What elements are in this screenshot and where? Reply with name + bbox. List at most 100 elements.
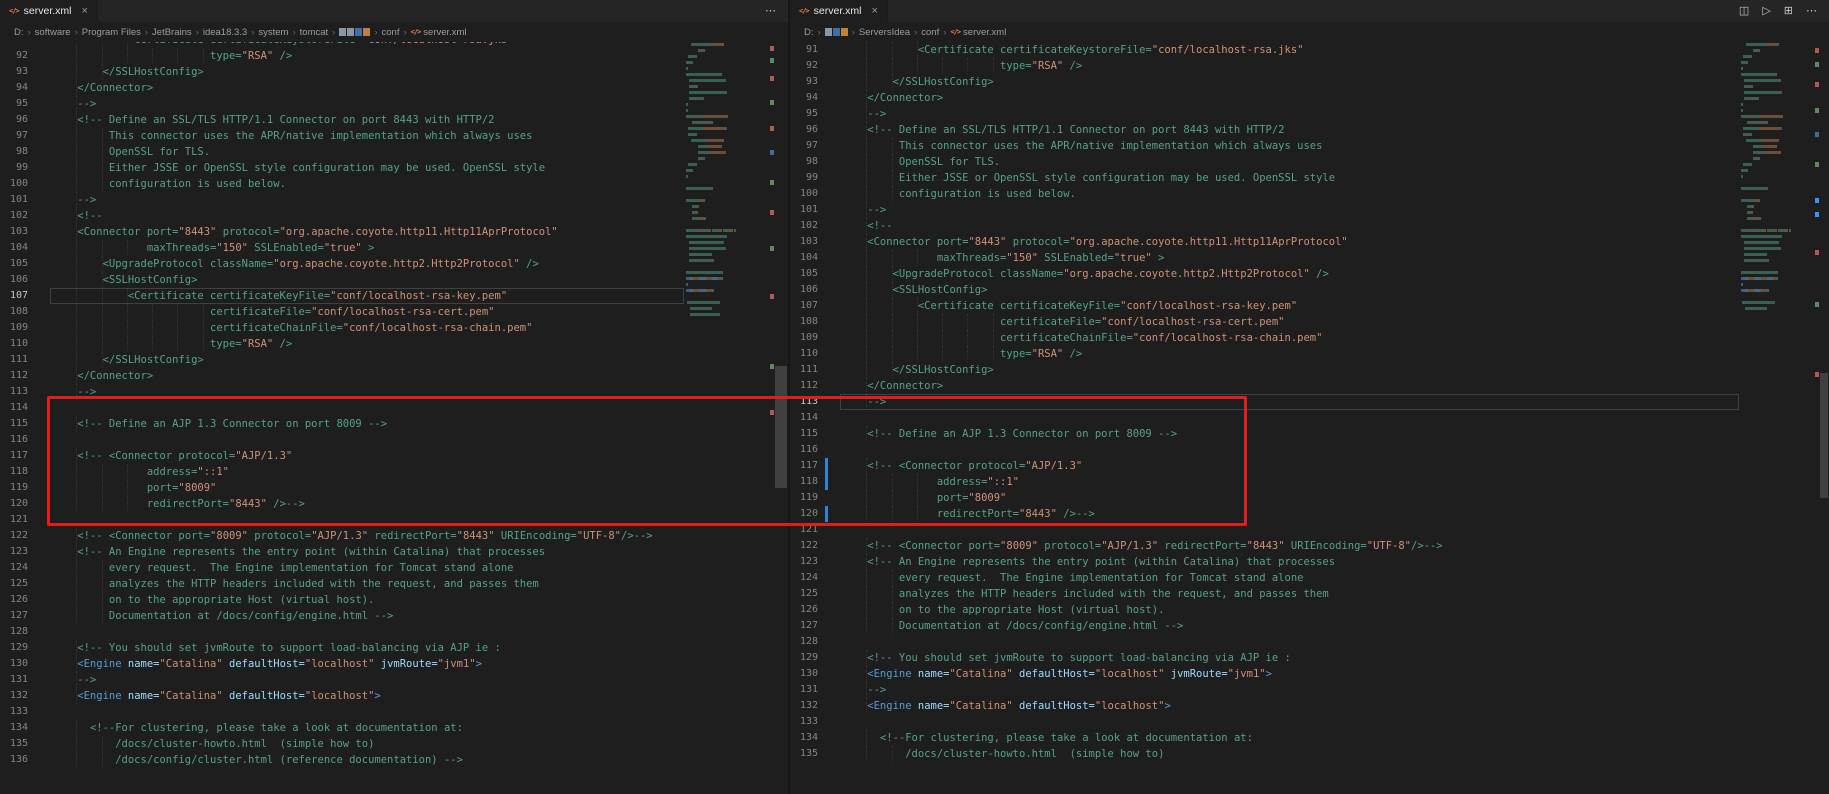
code-line[interactable]: 126 on to the appropriate Host (virtual … [790, 602, 1739, 618]
code-text[interactable]: <!-- You should set jvmRoute to support … [840, 650, 1739, 666]
code-text[interactable]: <!-- Define an AJP 1.3 Connector on port… [50, 416, 684, 432]
code-text[interactable]: <!-- Define an SSL/TLS HTTP/1.1 Connecto… [50, 112, 684, 128]
breadcrumb-item[interactable]: D: [14, 27, 24, 38]
code-text[interactable]: maxThreads="150" SSLEnabled="true" > [840, 250, 1739, 266]
tab-server-xml-left[interactable]: </> server.xml × [0, 0, 98, 22]
line-number[interactable]: 118 [790, 474, 818, 490]
code-text[interactable]: on to the appropriate Host (virtual host… [50, 592, 684, 608]
code-text[interactable]: configuration is used below. [50, 176, 684, 192]
line-number[interactable]: 103 [790, 234, 818, 250]
line-number[interactable]: 113 [790, 394, 818, 410]
code-line[interactable]: 108 certificateFile="conf/localhost-rsa-… [790, 314, 1739, 330]
line-number[interactable]: 126 [0, 592, 28, 608]
code-line[interactable]: 97 This connector uses the APR/native im… [0, 128, 684, 144]
line-number[interactable]: 110 [0, 336, 28, 352]
code-text[interactable]: </SSLHostConfig> [840, 74, 1739, 90]
code-line[interactable]: 109 certificateChainFile="conf/localhost… [0, 320, 684, 336]
line-number[interactable]: 104 [790, 250, 818, 266]
line-number[interactable]: 105 [790, 266, 818, 282]
code-text[interactable] [840, 634, 1739, 650]
line-number[interactable]: 97 [0, 128, 28, 144]
code-text[interactable]: /docs/cluster-howto.html (simple how to) [840, 746, 1739, 762]
code-line[interactable]: 128 [0, 624, 684, 640]
code-line[interactable]: 94</Connector> [0, 80, 684, 96]
line-number[interactable]: 112 [790, 378, 818, 394]
line-number[interactable]: 112 [0, 368, 28, 384]
code-line[interactable]: 115<!-- Define an AJP 1.3 Connector on p… [790, 426, 1739, 442]
line-number[interactable]: 96 [0, 112, 28, 128]
code-line[interactable]: 93</SSLHostConfig> [790, 74, 1739, 90]
code-line[interactable]: 116 [790, 442, 1739, 458]
code-text[interactable] [50, 432, 684, 448]
code-text[interactable]: <!-- An Engine represents the entry poin… [840, 554, 1739, 570]
code-line[interactable]: 125 analyzes the HTTP headers included w… [0, 576, 684, 592]
line-number[interactable]: 98 [0, 144, 28, 160]
line-number[interactable]: 125 [0, 576, 28, 592]
split-editor-icon[interactable]: ◫ [1739, 6, 1749, 17]
code-line[interactable]: 134 <!--For clustering, please take a lo… [0, 720, 684, 736]
code-line[interactable]: 99 Either JSSE or OpenSSL style configur… [790, 170, 1739, 186]
code-line[interactable]: 122<!-- <Connector port="8009" protocol=… [0, 528, 684, 544]
code-line[interactable]: 93</SSLHostConfig> [0, 64, 684, 80]
code-text[interactable]: port="8009" [50, 480, 684, 496]
code-line[interactable]: 101--> [0, 192, 684, 208]
code-line[interactable]: 114 [0, 400, 684, 416]
line-number[interactable]: 111 [790, 362, 818, 378]
code-text[interactable]: on to the appropriate Host (virtual host… [840, 602, 1739, 618]
code-text[interactable]: certificateChainFile="conf/localhost-rsa… [840, 330, 1739, 346]
line-number[interactable]: 110 [790, 346, 818, 362]
line-number[interactable]: 94 [0, 80, 28, 96]
line-number[interactable]: 129 [0, 640, 28, 656]
line-number[interactable]: 120 [0, 496, 28, 512]
breadcrumb-item[interactable]: Program Files [82, 27, 141, 38]
line-number[interactable]: 108 [790, 314, 818, 330]
code-text[interactable] [50, 704, 684, 720]
line-number[interactable]: 121 [0, 512, 28, 528]
code-line[interactable]: 135 /docs/cluster-howto.html (simple how… [790, 746, 1739, 762]
code-text[interactable]: <UpgradeProtocol className="org.apache.c… [840, 266, 1739, 282]
line-number[interactable]: 123 [0, 544, 28, 560]
code-text[interactable]: </Connector> [50, 368, 684, 384]
code-line[interactable]: 92 type="RSA" /> [790, 58, 1739, 74]
line-number[interactable]: 114 [0, 400, 28, 416]
code-line[interactable]: 102<!-- [790, 218, 1739, 234]
line-number[interactable]: 122 [0, 528, 28, 544]
code-line[interactable]: 104 maxThreads="150" SSLEnabled="true" > [790, 250, 1739, 266]
line-number[interactable]: 123 [790, 554, 818, 570]
line-number[interactable]: 97 [790, 138, 818, 154]
line-number[interactable]: 114 [790, 410, 818, 426]
line-number[interactable]: 128 [0, 624, 28, 640]
code-text[interactable]: <!--For clustering, please take a look a… [840, 730, 1739, 746]
line-number[interactable]: 134 [0, 720, 28, 736]
line-number[interactable]: 125 [790, 586, 818, 602]
code-text[interactable]: --> [840, 202, 1739, 218]
line-number[interactable]: 119 [0, 480, 28, 496]
line-number[interactable]: 115 [790, 426, 818, 442]
code-text[interactable]: /docs/config/cluster.html (reference doc… [50, 752, 684, 768]
scrollbar-thumb[interactable] [1820, 373, 1828, 498]
line-number[interactable]: 107 [790, 298, 818, 314]
breadcrumb-item-file[interactable]: </>server.xml [950, 27, 1006, 38]
code-text[interactable] [50, 512, 684, 528]
line-number[interactable]: 116 [0, 432, 28, 448]
line-number[interactable]: 95 [790, 106, 818, 122]
code-line[interactable]: 110 type="RSA" /> [0, 336, 684, 352]
code-text[interactable]: <!-- <Connector port="8009" protocol="AJ… [840, 538, 1739, 554]
code-line[interactable]: 105<UpgradeProtocol className="org.apach… [0, 256, 684, 272]
more-actions-icon[interactable]: ⋯ [1806, 6, 1817, 17]
code-text[interactable]: <Connector port="8443" protocol="org.apa… [50, 224, 684, 240]
breadcrumb-item[interactable]: tomcat [300, 27, 329, 38]
line-number[interactable]: 126 [790, 602, 818, 618]
breadcrumb-item[interactable]: idea18.3.3 [203, 27, 247, 38]
code-text[interactable] [50, 624, 684, 640]
code-line[interactable]: 97 This connector uses the APR/native im… [790, 138, 1739, 154]
code-line[interactable]: 135 /docs/cluster-howto.html (simple how… [0, 736, 684, 752]
code-line[interactable]: 130<Engine name="Catalina" defaultHost="… [0, 656, 684, 672]
line-number[interactable]: 118 [0, 464, 28, 480]
code-line[interactable]: 109 certificateChainFile="conf/localhost… [790, 330, 1739, 346]
code-line[interactable]: 133 [0, 704, 684, 720]
code-line[interactable]: 107<Certificate certificateKeyFile="conf… [0, 288, 684, 304]
line-number[interactable]: 102 [790, 218, 818, 234]
code-text[interactable]: Documentation at /docs/config/engine.htm… [840, 618, 1739, 634]
line-number[interactable]: 94 [790, 90, 818, 106]
